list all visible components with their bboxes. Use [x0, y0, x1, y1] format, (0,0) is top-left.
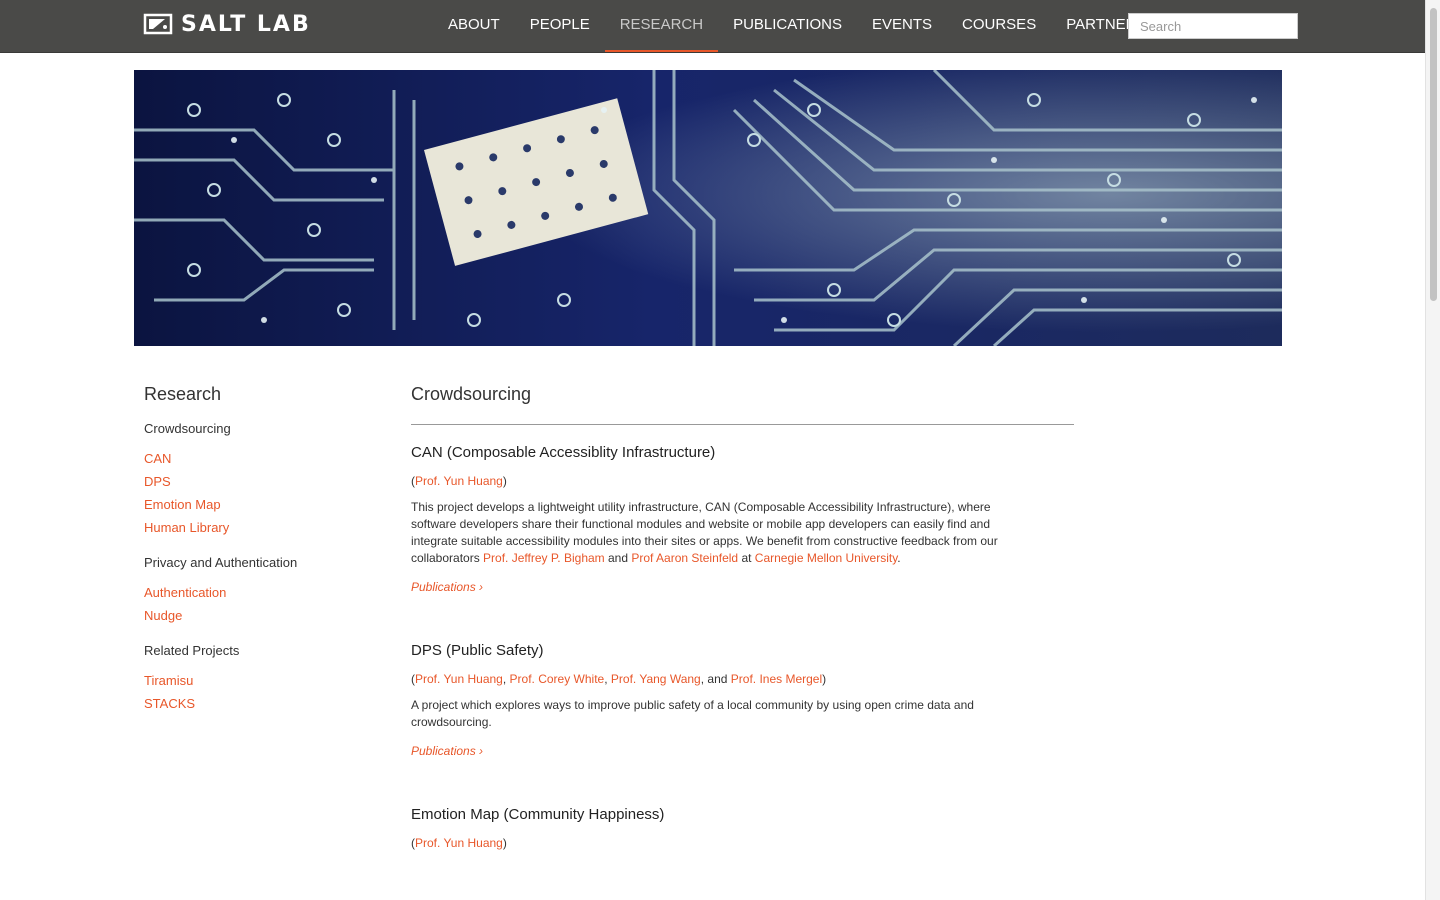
person-link[interactable]: Prof. Yang Wang: [611, 672, 701, 686]
sidebar-title: Research: [144, 384, 222, 404]
sidebar-link-dps[interactable]: DPS: [144, 470, 364, 493]
circuit-board-image: [134, 70, 1282, 346]
sidebar-link-can[interactable]: CAN: [144, 447, 364, 470]
project-description: This project develops a lightweight util…: [411, 500, 998, 565]
project-people: (Prof. Yun Huang): [411, 474, 507, 488]
research-sidebar: Research Crowdsourcing CAN DPS Emotion M…: [144, 384, 364, 715]
main-nav: ABOUT PEOPLE RESEARCH PUBLICATIONS EVENT…: [433, 0, 1197, 52]
page-title: Crowdsourcing: [411, 384, 1074, 425]
salt-lab-logo-icon: [143, 13, 173, 35]
project-people: (Prof. Yun Huang, Prof. Corey White, Pro…: [411, 672, 827, 686]
institution-link[interactable]: Carnegie Mellon University: [755, 551, 898, 565]
nav-research[interactable]: RESEARCH: [604, 0, 719, 52]
page-scrollbar[interactable]: [1425, 0, 1440, 900]
sidebar-link-nudge[interactable]: Nudge: [144, 604, 364, 627]
collaborator-link[interactable]: Prof Aaron Steinfeld: [631, 551, 738, 565]
project-title: CAN (Composable Accessiblity Infrastruct…: [411, 444, 716, 461]
project-emotion-map: Emotion Map (Community Happiness) (Prof.…: [411, 806, 1074, 850]
logo-text: SALT LAB: [181, 11, 311, 37]
project-dps: DPS (Public Safety) (Prof. Yun Huang, Pr…: [411, 642, 1074, 760]
top-navbar: SALT LAB ABOUT PEOPLE RESEARCH PUBLICATI…: [0, 0, 1425, 53]
hero-banner-image: [134, 70, 1282, 346]
person-link[interactable]: Prof. Yun Huang: [415, 474, 503, 488]
sidebar-link-stacks[interactable]: STACKS: [144, 692, 364, 715]
person-link[interactable]: Prof. Yun Huang: [415, 836, 503, 850]
person-link[interactable]: Prof. Corey White: [510, 672, 605, 686]
publications-link[interactable]: Publications ›: [411, 580, 483, 594]
project-title: Emotion Map (Community Happiness): [411, 806, 665, 823]
nav-about[interactable]: ABOUT: [433, 0, 515, 52]
site-logo[interactable]: SALT LAB: [143, 11, 311, 37]
sidebar-group-label: Privacy and Authentication: [144, 555, 298, 570]
collaborator-link[interactable]: Prof. Jeffrey P. Bigham: [483, 551, 605, 565]
project-people: (Prof. Yun Huang): [411, 836, 507, 850]
scrollbar-thumb[interactable]: [1430, 8, 1437, 301]
sidebar-group-label: Crowdsourcing: [144, 421, 231, 436]
project-can: CAN (Composable Accessiblity Infrastruct…: [411, 444, 1074, 596]
sidebar-link-authentication[interactable]: Authentication: [144, 581, 364, 604]
nav-events[interactable]: EVENTS: [857, 0, 947, 52]
main-content: Crowdsourcing CAN (Composable Accessibli…: [411, 384, 1074, 861]
nav-publications[interactable]: PUBLICATIONS: [718, 0, 857, 52]
sidebar-link-emotion-map[interactable]: Emotion Map: [144, 493, 364, 516]
publications-link[interactable]: Publications ›: [411, 744, 483, 758]
nav-people[interactable]: PEOPLE: [515, 0, 605, 52]
project-title: DPS (Public Safety): [411, 642, 544, 659]
sidebar-link-tiramisu[interactable]: Tiramisu: [144, 669, 364, 692]
project-description: A project which explores ways to improve…: [411, 698, 974, 729]
sidebar-link-human-library[interactable]: Human Library: [144, 516, 364, 539]
search-input[interactable]: [1128, 13, 1298, 39]
sidebar-group-label: Related Projects: [144, 643, 240, 658]
person-link[interactable]: Prof. Yun Huang: [415, 672, 503, 686]
nav-courses[interactable]: COURSES: [947, 0, 1051, 52]
person-link[interactable]: Prof. Ines Mergel: [731, 672, 822, 686]
